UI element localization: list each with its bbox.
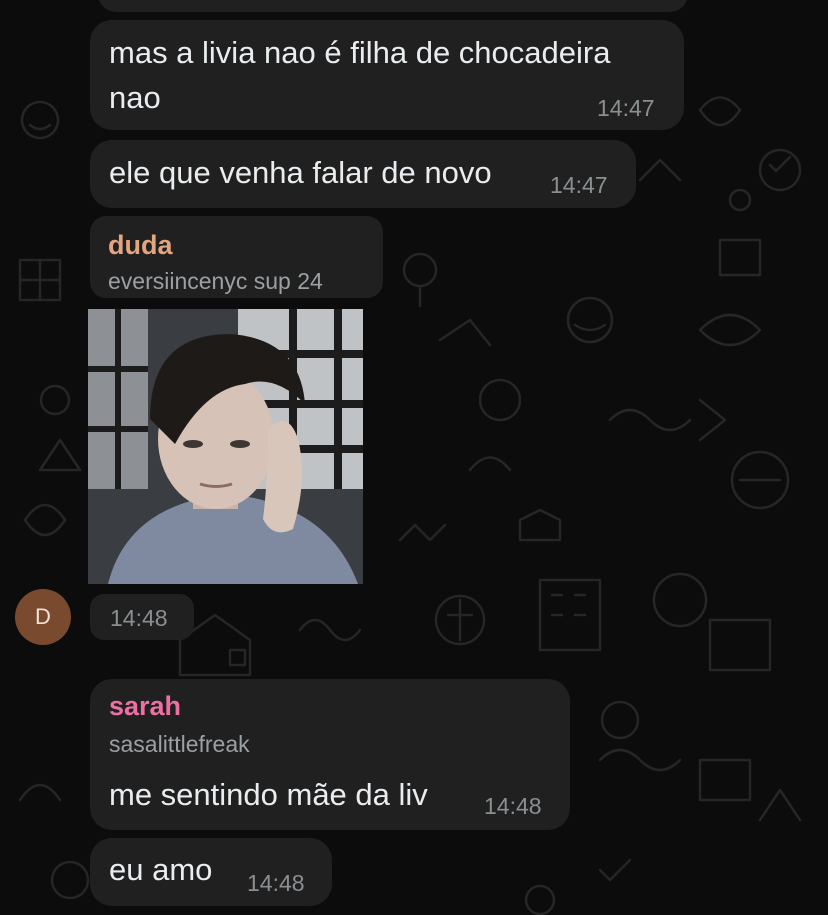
- message-text: me sentindo mãe da liv: [109, 777, 428, 812]
- sender-name[interactable]: duda: [108, 230, 173, 261]
- sender-handle: sasalittlefreak: [109, 731, 250, 757]
- message-timestamp: 14:47: [550, 172, 608, 198]
- message-timestamp: 14:47: [597, 95, 655, 121]
- message-bubble[interactable]: ele que venha falar de novo 14:47: [90, 140, 636, 208]
- sender-avatar[interactable]: D: [15, 589, 71, 645]
- message-bubble[interactable]: mas a livia nao é filha de chocadeira na…: [90, 20, 684, 130]
- message-text: ele que venha falar de novo: [109, 155, 492, 190]
- message-text: mas a livia nao é filha de chocadeira: [109, 35, 611, 70]
- message-photo[interactable]: [88, 309, 363, 584]
- sender-name[interactable]: sarah: [109, 691, 181, 722]
- message-bubble[interactable]: eu amo 14:48: [90, 838, 332, 906]
- message-timestamp: 14:48: [484, 793, 542, 819]
- message-bubble[interactable]: sarah sasalittlefreak me sentindo mãe da…: [90, 679, 570, 830]
- message-timestamp: 14:48: [247, 870, 305, 896]
- sender-header-bubble[interactable]: duda eversiincenyc sup 24: [90, 216, 383, 298]
- message-text: eu amo: [109, 852, 213, 887]
- sender-handle: eversiincenyc sup 24: [108, 268, 323, 294]
- message-bubble-cutoff: [98, 0, 688, 12]
- photo-timestamp-bubble: 14:48: [90, 594, 194, 640]
- message-timestamp: 14:48: [110, 605, 168, 631]
- message-text-line2: nao: [109, 80, 161, 115]
